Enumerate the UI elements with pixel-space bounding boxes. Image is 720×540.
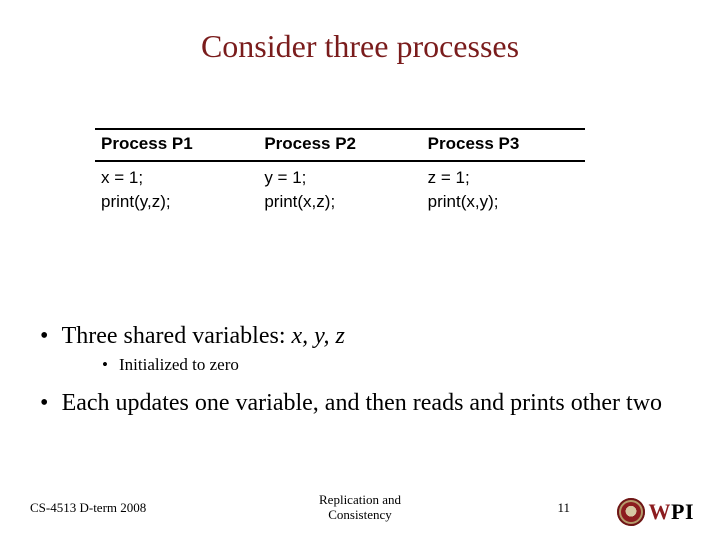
bullet-1: Three shared variables: x, y, z (40, 322, 680, 351)
wpi-logo: WPI (617, 498, 695, 526)
wpi-seal-icon (617, 498, 645, 526)
cell-p1-r1: x = 1; (95, 161, 258, 190)
bullet-1-sub: Initialized to zero (102, 355, 680, 375)
bullet-dot-icon (40, 389, 62, 418)
wpi-text: WPI (649, 499, 695, 525)
slide: Consider three processes Process P1 Proc… (0, 0, 720, 540)
bullet-dot-icon (102, 355, 119, 375)
col-header-p2: Process P2 (258, 129, 421, 161)
cell-p1-r2: print(y,z); (95, 190, 258, 214)
col-header-p3: Process P3 (422, 129, 585, 161)
col-header-p1: Process P1 (95, 129, 258, 161)
bullet-2-text: Each updates one variable, and then read… (62, 390, 662, 416)
bullet-list: Three shared variables: x, y, z Initiali… (40, 322, 680, 422)
footer-topic-line2: Consistency (328, 507, 392, 522)
cell-p2-r1: y = 1; (258, 161, 421, 190)
bullet-2: Each updates one variable, and then read… (40, 389, 680, 418)
bullet-1-text: Three shared variables: (62, 323, 292, 349)
bullet-1-vars: x, y, z (291, 323, 344, 349)
cell-p3-r1: z = 1; (422, 161, 585, 190)
cell-p2-r2: print(x,z); (258, 190, 421, 214)
footer-topic-line1: Replication and (319, 492, 401, 507)
process-table-container: Process P1 Process P2 Process P3 x = 1; … (95, 128, 585, 214)
table-row: x = 1; y = 1; z = 1; (95, 161, 585, 190)
process-table: Process P1 Process P2 Process P3 x = 1; … (95, 128, 585, 214)
slide-title: Consider three processes (0, 28, 720, 65)
table-header-row: Process P1 Process P2 Process P3 (95, 129, 585, 161)
bullet-dot-icon (40, 322, 62, 351)
bullet-1-sub-text: Initialized to zero (119, 355, 239, 374)
table-row: print(y,z); print(x,z); print(x,y); (95, 190, 585, 214)
cell-p3-r2: print(x,y); (422, 190, 585, 214)
page-number: 11 (557, 500, 570, 516)
footer-topic: Replication and Consistency (0, 493, 720, 522)
